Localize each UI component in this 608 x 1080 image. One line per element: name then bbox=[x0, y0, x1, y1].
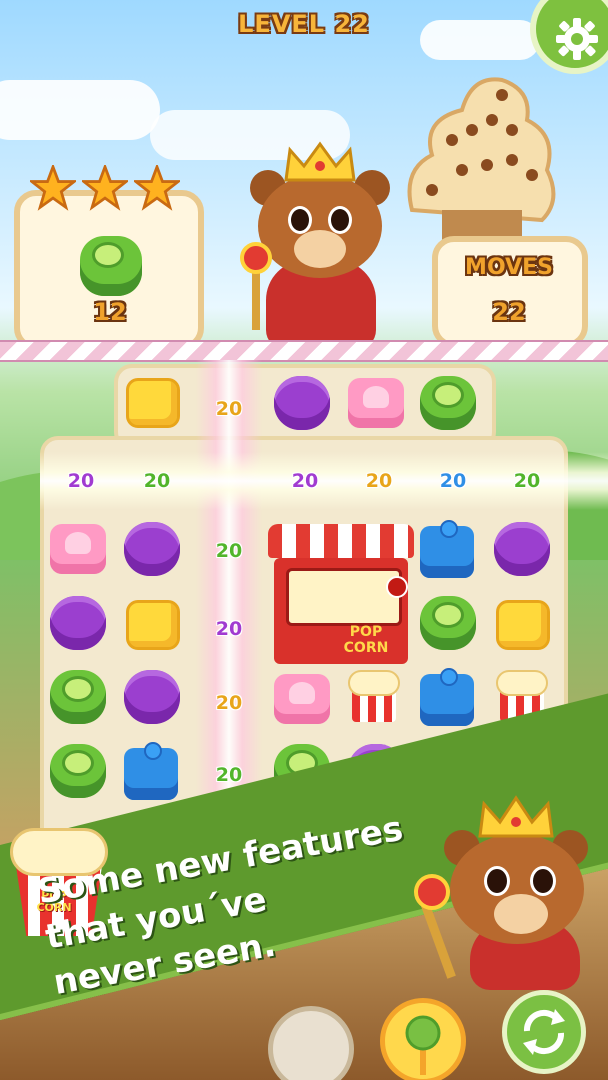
game-scene: LEVEL 22 12 MOVES 22 POP CORN 20 20 20 2… bbox=[0, 0, 608, 1080]
blue-candy[interactable] bbox=[124, 742, 178, 800]
purple-candy[interactable] bbox=[124, 522, 180, 576]
star-rating bbox=[30, 165, 180, 215]
pink-heart-candy[interactable] bbox=[50, 524, 106, 574]
ice-cream-decoration bbox=[392, 60, 562, 260]
gear-icon bbox=[556, 18, 598, 60]
popcorn-machine-label: POP CORN bbox=[343, 624, 389, 656]
star-icon bbox=[134, 165, 180, 211]
score-popup: 20 bbox=[291, 470, 319, 492]
star-icon bbox=[30, 165, 76, 211]
score-popup: 20 bbox=[215, 540, 243, 562]
score-popup: 20 bbox=[215, 692, 243, 714]
pink-heart-candy[interactable] bbox=[348, 378, 404, 428]
moves-label: MOVES bbox=[465, 255, 553, 280]
green-lime-candy[interactable] bbox=[420, 596, 476, 650]
green-lime-candy-icon bbox=[80, 236, 142, 296]
lollipop-booster-button[interactable] bbox=[380, 998, 466, 1080]
score-popup: 20 bbox=[365, 470, 393, 492]
pink-heart-candy[interactable] bbox=[274, 674, 330, 724]
blue-candy[interactable] bbox=[420, 668, 474, 726]
score-popup: 20 bbox=[143, 470, 171, 492]
star-icon bbox=[82, 165, 128, 211]
green-lime-candy[interactable] bbox=[420, 376, 476, 430]
candy-stripe-divider bbox=[0, 340, 608, 362]
green-lime-candy[interactable] bbox=[50, 670, 106, 724]
lollipop-icon bbox=[405, 1015, 441, 1075]
bear-king-icon bbox=[236, 140, 406, 350]
goal-count: 12 bbox=[93, 298, 127, 326]
purple-candy[interactable] bbox=[50, 596, 106, 650]
level-title: LEVEL 22 bbox=[238, 10, 370, 38]
score-popup: 20 bbox=[513, 470, 541, 492]
yellow-candy[interactable] bbox=[126, 600, 180, 650]
score-popup: 20 bbox=[67, 470, 95, 492]
purple-candy[interactable] bbox=[494, 522, 550, 576]
moves-panel bbox=[432, 236, 588, 348]
yellow-candy[interactable] bbox=[126, 378, 180, 428]
popcorn-candy[interactable] bbox=[346, 668, 402, 724]
shuffle-icon bbox=[523, 1009, 565, 1055]
popcorn-machine-icon[interactable]: POP CORN bbox=[268, 524, 414, 664]
score-popup: 20 bbox=[439, 470, 467, 492]
score-popup: 20 bbox=[215, 618, 243, 640]
purple-candy[interactable] bbox=[124, 670, 180, 724]
moves-value: 22 bbox=[492, 298, 526, 326]
cloud bbox=[0, 80, 160, 140]
blue-candy[interactable] bbox=[420, 520, 474, 578]
green-lime-candy[interactable] bbox=[50, 744, 106, 798]
score-popup: 20 bbox=[215, 398, 243, 420]
purple-candy[interactable] bbox=[274, 376, 330, 430]
yellow-candy[interactable] bbox=[496, 600, 550, 650]
shuffle-button[interactable] bbox=[502, 990, 586, 1074]
